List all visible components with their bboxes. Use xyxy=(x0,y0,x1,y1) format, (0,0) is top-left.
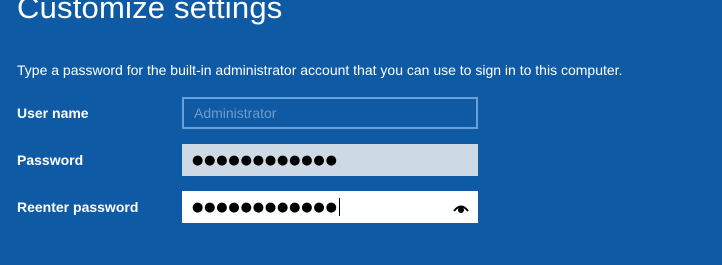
eye-icon[interactable] xyxy=(453,201,469,213)
username-label: User name xyxy=(17,105,89,121)
instructions-text: Type a password for the built-in adminis… xyxy=(17,62,623,78)
page-title: Customize settings xyxy=(17,0,283,25)
reenter-password-field[interactable]: ●●●●●●●●●●●● xyxy=(182,191,478,223)
text-caret xyxy=(338,198,340,216)
username-field[interactable]: Administrator xyxy=(182,97,478,129)
reenter-password-masked-value: ●●●●●●●●●●●● xyxy=(192,199,338,215)
reenter-password-label: Reenter password xyxy=(17,199,139,215)
password-label: Password xyxy=(17,152,84,168)
password-field[interactable]: ●●●●●●●●●●●● xyxy=(182,144,478,176)
password-masked-value: ●●●●●●●●●●●● xyxy=(192,152,338,168)
username-value: Administrator xyxy=(194,105,277,121)
